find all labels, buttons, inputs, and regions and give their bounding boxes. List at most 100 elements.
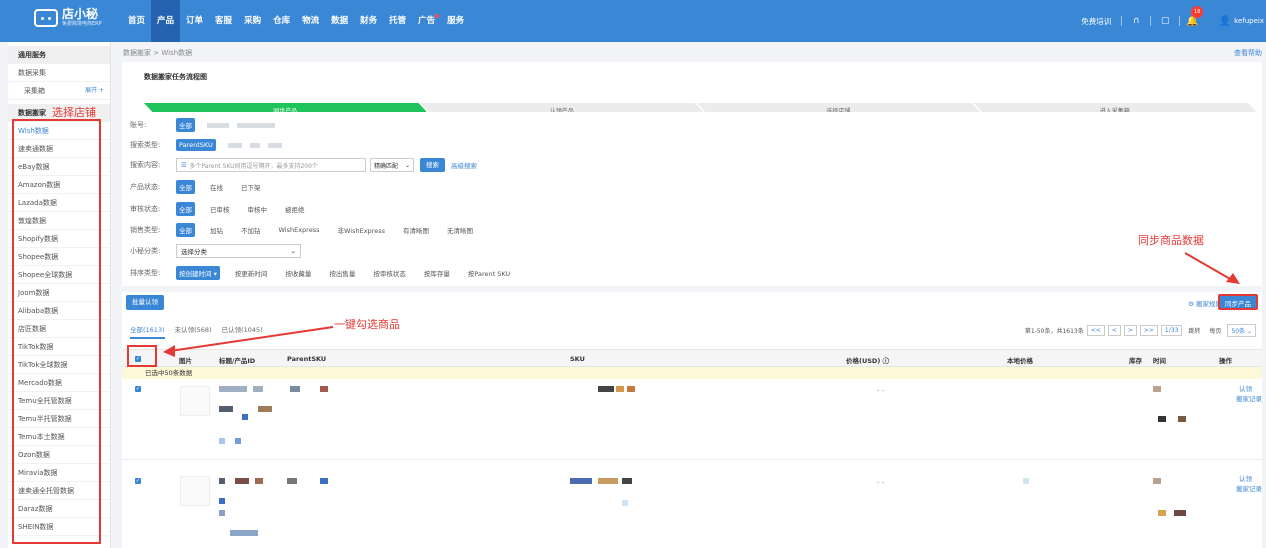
per-page-select[interactable]: 50条 ⌄ — [1227, 324, 1256, 337]
nav-item[interactable]: 首页 — [122, 0, 151, 42]
next-page-button[interactable]: > — [1123, 325, 1137, 336]
filter-product-status: 产品状态: 全部 在线 已下架 — [130, 180, 276, 194]
col-time: 时间 — [1153, 357, 1166, 365]
logo[interactable]: 店小秘 免费跨境电商ERP — [34, 8, 102, 27]
filter-chip[interactable]: 按收藏量 — [282, 266, 314, 280]
filter-chip[interactable]: 有清晰图 — [400, 223, 432, 237]
filter-chip[interactable]: 加钻 — [207, 223, 226, 237]
list-icon: ☰ — [181, 161, 187, 169]
headset-icon[interactable]: ∩ — [1128, 16, 1144, 26]
col-price: 价格(USD) ⓘ — [846, 357, 890, 365]
annotation-select-shop: 选择店铺 — [52, 106, 96, 119]
filter-chip[interactable]: 按库存量 — [421, 266, 453, 280]
nav-item[interactable]: 服务 — [441, 0, 470, 42]
filter-chip[interactable]: 按更新时间 — [232, 266, 271, 280]
account-all[interactable]: 全部 — [176, 118, 195, 132]
sidebar-section-general: 通用服务 — [8, 46, 110, 64]
filter-chip[interactable]: 全部 — [176, 223, 195, 237]
filter-audit-status: 审核状态: 全部 已审核 审核中 被拒绝 — [130, 202, 320, 216]
claim-link[interactable]: 认领 — [1239, 384, 1252, 394]
sale-type-label: 销售类型: — [130, 226, 161, 234]
claim-link[interactable]: 认领 — [1239, 474, 1252, 484]
status-tab[interactable]: 已认领(1045) — [222, 324, 263, 339]
price-value: - - — [877, 387, 885, 395]
match-value: 精确匹配 — [374, 162, 399, 170]
status-tab[interactable]: 未认领(568) — [175, 324, 212, 339]
migration-log-link[interactable]: 搬家记录 — [1236, 394, 1262, 404]
filter-chip[interactable]: 全部 — [176, 180, 195, 194]
nav-item[interactable]: 客服 — [209, 0, 238, 42]
page-info: 第1-50条，共1613条 — [1024, 328, 1084, 335]
product-thumbnail[interactable] — [180, 476, 210, 506]
col-parentsku: ParentSKU — [287, 355, 327, 363]
row-checkbox[interactable]: ✓ — [135, 386, 141, 392]
sync-products-button[interactable]: 同步产品 — [1218, 294, 1258, 310]
filter-chip[interactable]: 无清晰图 — [444, 223, 476, 237]
category-select[interactable]: 选择分类 ⌄ — [176, 244, 301, 258]
collect-box-label: 采集箱 — [24, 87, 45, 95]
migration-rules-link[interactable]: ⚙ 搬家规则 — [1188, 298, 1222, 308]
filter-chip[interactable]: 按Parent SKU — [465, 266, 513, 280]
search-button[interactable]: 搜索 — [420, 158, 445, 172]
advanced-search-link[interactable]: 高级搜索 — [451, 160, 477, 170]
filter-chip[interactable]: 全部 — [176, 202, 195, 216]
filter-chip[interactable]: 审核中 — [245, 202, 271, 216]
window-icon[interactable]: ▢ — [1157, 16, 1173, 26]
bell-icon[interactable]: 🔔 18 — [1186, 5, 1204, 27]
nav-item[interactable]: 物流 — [296, 0, 325, 42]
nav-item[interactable]: 数据 — [325, 0, 354, 42]
per-page-value: 50条 — [1231, 328, 1246, 335]
price-value: - - — [877, 479, 885, 487]
breadcrumb-current: Wish数据 — [161, 49, 193, 57]
filter-chip[interactable]: 按创建时间 ▾ — [176, 266, 220, 280]
jump-button[interactable]: 跳转 — [1185, 325, 1203, 336]
filter-chip[interactable]: 已下架 — [238, 180, 264, 194]
nav-item[interactable]: 托管 — [383, 0, 412, 42]
filter-chip[interactable]: 在线 — [207, 180, 226, 194]
search-type-parentsku[interactable]: ParentSKU — [176, 139, 216, 151]
logo-name: 店小秘 — [62, 7, 99, 21]
filter-account: 账号: 全部 — [130, 118, 283, 132]
sidebar-item-collect-box[interactable]: 采集箱 展开 + — [8, 82, 110, 100]
nav-item[interactable]: 广告 — [412, 0, 441, 42]
row-checkbox[interactable]: ✓ — [135, 478, 141, 484]
help-link[interactable]: 查看帮助 — [1234, 48, 1262, 58]
first-page-button[interactable]: << — [1086, 325, 1105, 336]
migration-log-link[interactable]: 搬家记录 — [1236, 484, 1262, 494]
expand-toggle[interactable]: 展开 + — [85, 82, 104, 100]
last-page-button[interactable]: >> — [1139, 325, 1158, 336]
filter-chip[interactable]: 被拒绝 — [282, 202, 308, 216]
nav-item[interactable]: 订单 — [180, 0, 209, 42]
breadcrumb-parent[interactable]: 数据搬家 — [123, 49, 151, 57]
batch-claim-button[interactable]: 批量认领 — [126, 295, 164, 310]
filter-chip[interactable]: 已审核 — [207, 202, 233, 216]
nav-item[interactable]: 产品 — [151, 0, 181, 42]
main-content: 数据搬家 > Wish数据 查看帮助 数据搬家任务流程图 同步产品认领产品选择店… — [117, 42, 1266, 548]
filter-chip[interactable]: 不加钻 — [238, 223, 264, 237]
annotation-sync: 同步商品数据 — [1138, 234, 1204, 247]
sidebar-item-collect[interactable]: 数据采集 — [8, 64, 110, 82]
highlight-frame-checkbox — [127, 345, 157, 367]
chevron-down-icon: ⌄ — [290, 247, 296, 255]
filter-chip[interactable]: 按出售量 — [326, 266, 358, 280]
page-number[interactable]: 1/33 — [1160, 325, 1183, 336]
prev-page-button[interactable]: < — [1107, 325, 1121, 336]
filter-chip[interactable]: 按审核状态 — [370, 266, 409, 280]
filter-chip[interactable]: 非WishExpress — [334, 223, 387, 237]
category-label: 小秘分类: — [130, 247, 161, 255]
top-navbar: 店小秘 免费跨境电商ERP 首页 产品 订单 客服 采购 仓库 物流 数据 财务 托管 广告 服务 免… — [0, 0, 1266, 42]
gear-icon: ⚙ — [1188, 300, 1194, 308]
user-icon: 👤 — [1218, 15, 1232, 27]
product-thumbnail[interactable] — [180, 386, 210, 416]
user-menu[interactable]: 👤 kefupeix — [1219, 16, 1266, 27]
nav-item[interactable]: 采购 — [238, 0, 267, 42]
flow-title: 数据搬家任务流程图 — [144, 73, 207, 81]
filter-chip[interactable]: WishExpress — [276, 224, 323, 236]
status-tab[interactable]: 全部(1613) — [130, 324, 165, 339]
search-input[interactable]: ☰ 多个Parent SKU间用逗号隔开，最多支持200个 — [176, 158, 366, 172]
audit-status-label: 审核状态: — [130, 205, 161, 213]
nav-item[interactable]: 仓库 — [267, 0, 296, 42]
nav-item[interactable]: 财务 — [354, 0, 383, 42]
match-select[interactable]: 精确匹配 ⌄ — [370, 158, 414, 172]
training-link[interactable]: 免费培训 — [1081, 16, 1111, 27]
